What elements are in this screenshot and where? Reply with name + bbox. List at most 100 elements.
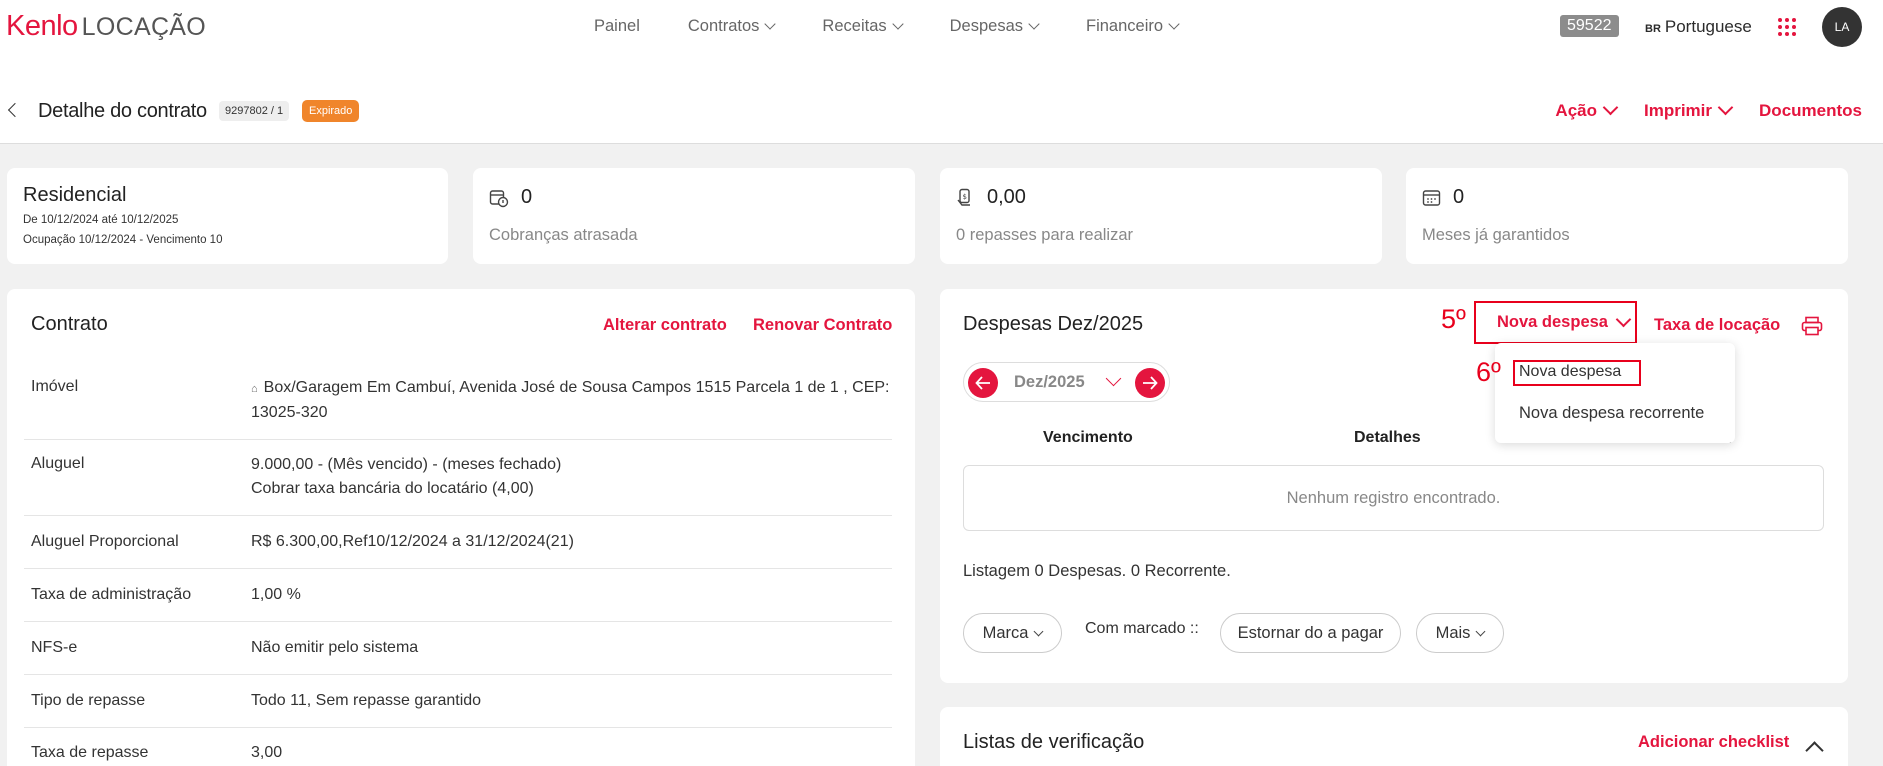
language-selector[interactable]: BR Portuguese [1645, 17, 1752, 37]
transfers-card[interactable]: $ 0,00 0 repasses para realizar [940, 168, 1382, 264]
menu-item-new-recurring-expense[interactable]: Nova despesa recorrente [1519, 404, 1704, 423]
row-key: Aluguel Proporcional [31, 533, 179, 550]
alter-contract-link[interactable]: Alterar contrato [603, 316, 727, 335]
arrow-right-icon [1143, 376, 1158, 390]
step-5-annotation: 5º [1441, 304, 1466, 334]
marca-dropdown[interactable]: Marca [963, 613, 1062, 653]
logo-product: LOCAÇÃO [81, 13, 207, 41]
apps-grid-icon[interactable] [1778, 18, 1796, 36]
row-value: 9.000,00 - (Mês vencido) - (meses fechad… [251, 453, 561, 501]
residencial-card: Residencial De 10/12/2024 até 10/12/2025… [7, 168, 448, 264]
row-value: ⌂ Box/Garagem Em Cambuí, Avenida José de … [251, 376, 889, 425]
checklist-title: Listas de verificação [963, 731, 1145, 753]
renew-contract-link[interactable]: Renovar Contrato [753, 316, 892, 335]
guaranteed-months-card[interactable]: 0 Meses já garantidos [1406, 168, 1848, 264]
nav-receitas[interactable]: Receitas [822, 17, 904, 36]
chevron-down-icon [1717, 99, 1734, 116]
documents-button[interactable]: Documentos [1759, 101, 1862, 121]
contract-row-imovel: Imóvel ⌂ Box/Garagem Em Cambuí, Avenida J… [24, 362, 892, 440]
row-value: 3,00 [251, 744, 283, 761]
contract-row-taxa-administracao: Taxa de administração 1,00 % [24, 569, 892, 622]
contract-row-nfse: NFS-e Não emitir pelo sistema [24, 622, 892, 675]
chevron-down-icon [1602, 99, 1619, 116]
top-nav: Kenlo LOCAÇÃO Painel Contratos Receitas … [0, 0, 1883, 55]
printer-icon[interactable] [1801, 316, 1823, 336]
more-label: Mais [1435, 623, 1471, 642]
row-key: Taxa de administração [31, 586, 192, 603]
marca-label: Marca [982, 623, 1029, 642]
user-avatar[interactable]: LA [1822, 7, 1862, 47]
highlight-new-expense [1474, 301, 1637, 344]
home-icon: ⌂ [251, 383, 258, 395]
hand-money-icon: $ [957, 188, 970, 206]
contract-period: De 10/12/2024 até 10/12/2025 [23, 214, 179, 226]
calendar-alert-icon [489, 190, 509, 208]
col-detalhes: Detalhes [1354, 429, 1421, 446]
with-checked-label: Com marcado :: [1085, 620, 1199, 637]
row-key: Taxa de repasse [31, 744, 149, 761]
row-value-line2: 13025-320 [251, 404, 328, 421]
chevron-down-icon[interactable] [1105, 370, 1122, 387]
back-arrow-icon[interactable] [7, 102, 23, 118]
nav-despesas[interactable]: Despesas [949, 17, 1040, 36]
chevron-down-icon [1033, 626, 1044, 636]
action-menu-button[interactable]: Ação [1555, 99, 1619, 121]
contract-row-taxa-repasse: Taxa de repasse 3,00 [24, 728, 892, 766]
arrow-left-icon [975, 376, 990, 390]
reverse-payable-label: Estornar do a pagar [1237, 623, 1384, 642]
row-value: Não emitir pelo sistema [251, 639, 419, 656]
row-key: Imóvel [31, 378, 79, 395]
month-navigator: Dez/2025 [963, 362, 1170, 402]
month-label[interactable]: Dez/2025 [1014, 373, 1085, 392]
chevron-down-icon [764, 18, 777, 30]
late-charges-label: Cobranças atrasada [489, 226, 638, 244]
row-value-line1: 9.000,00 - (Mês vencido) - (meses fechad… [251, 456, 562, 473]
row-key: NFS-e [31, 639, 78, 656]
nav-contratos[interactable]: Contratos [687, 17, 777, 36]
nav-label: Contratos [687, 17, 760, 35]
transfers-label: 0 repasses para realizar [956, 226, 1134, 244]
status-badge: Expirado [302, 100, 360, 122]
next-month-button[interactable] [1135, 368, 1165, 398]
row-key: Aluguel [31, 455, 85, 472]
rent-fee-link[interactable]: Taxa de locação [1654, 316, 1780, 335]
action-label: Ação [1555, 101, 1597, 120]
print-menu-button[interactable]: Imprimir [1644, 99, 1734, 121]
row-key: Tipo de repasse [31, 692, 146, 709]
new-expense-menu: Nova despesa Nova despesa recorrente [1495, 343, 1735, 443]
contract-row-aluguel-proporcional: Aluguel Proporcional R$ 6.300,00,Ref10/1… [24, 516, 892, 569]
calendar-icon [1422, 190, 1441, 206]
add-checklist-link[interactable]: Adicionar checklist [1638, 733, 1789, 752]
page-title: Detalhe do contrato [38, 100, 207, 122]
flag-icon: BR [1645, 23, 1661, 35]
reverse-payable-button[interactable]: Estornar do a pagar [1220, 613, 1401, 653]
nav-financeiro[interactable]: Financeiro [1086, 17, 1180, 36]
contract-id-badge: 9297802 / 1 [219, 101, 290, 121]
contract-title: Contrato [31, 313, 108, 335]
nav-label: Financeiro [1086, 17, 1164, 35]
contract-row-tipo-repasse: Tipo de repasse Todo 11, Sem repasse gar… [24, 675, 892, 728]
kenlo-logo[interactable]: Kenlo LOCAÇÃO [6, 10, 206, 43]
guaranteed-months-value: 0 [1453, 186, 1465, 208]
contract-type: Residencial [23, 184, 127, 206]
nav-label: Despesas [949, 17, 1023, 35]
more-dropdown[interactable]: Mais [1416, 613, 1504, 653]
logo-brand: Kenlo [6, 10, 78, 42]
page-header: Detalhe do contrato 9297802 / 1 Expirado… [0, 55, 1883, 144]
chevron-down-icon [1028, 18, 1040, 30]
expenses-summary: Listagem 0 Despesas. 0 Recorrente. [963, 562, 1231, 580]
svg-text:$: $ [963, 193, 967, 201]
col-vencimento: Vencimento [1043, 429, 1133, 446]
chevron-down-icon [891, 18, 904, 30]
print-label: Imprimir [1644, 101, 1713, 120]
account-number-badge: 59522 [1560, 15, 1619, 37]
transfers-value: 0,00 [987, 186, 1026, 208]
prev-month-button[interactable] [968, 368, 998, 398]
guaranteed-months-label: Meses já garantidos [1422, 226, 1570, 244]
nav-painel[interactable]: Painel [594, 17, 640, 36]
empty-state: Nenhum registro encontrado. [963, 465, 1824, 531]
late-charges-card[interactable]: 0 Cobranças atrasada [473, 168, 915, 264]
nav-label: Receitas [822, 17, 887, 35]
chevron-down-icon [1168, 18, 1180, 30]
late-charges-value: 0 [521, 186, 533, 208]
